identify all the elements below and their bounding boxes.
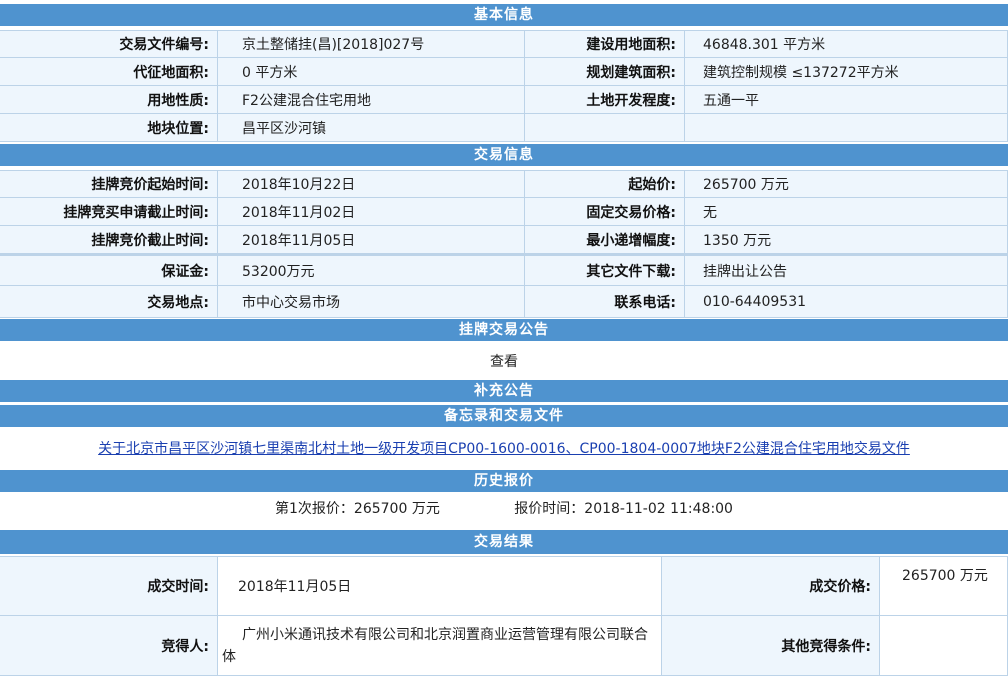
levy-area-value: 0 平方米: [218, 58, 525, 86]
history-time: 报价时间：2018-11-02 11:48:00: [514, 501, 733, 517]
location-value: 昌平区沙河镇: [218, 114, 525, 142]
deal-price-value: 265700 万元: [880, 557, 1008, 616]
history-row: 第1次报价：265700 万元 报价时间：2018-11-02 11:48:00: [0, 498, 1008, 522]
result-row-2: 竞得人: 广州小米通讯技术有限公司和北京润置商业运营管理有限公司联合体 其他竞得…: [0, 616, 1008, 676]
land-transaction-page: 基本信息 交易文件编号: 京土整储挂(昌)[2018]027号 建设用地面积: …: [0, 0, 1008, 678]
memo-file-link[interactable]: 关于北京市昌平区沙河镇七里渠南北村土地一级开发项目CP00-1600-0016、…: [98, 441, 910, 457]
apply-end-value: 2018年11月02日: [218, 198, 525, 226]
deal-time-value: 2018年11月05日: [218, 557, 662, 616]
min-inc-value: 1350 万元: [685, 226, 1008, 254]
build-area-value: 建筑控制规模 ≤137272平方米: [685, 58, 1008, 86]
start-time-value: 2018年10月22日: [218, 171, 525, 198]
land-area-value: 46848.301 平方米: [685, 31, 1008, 58]
bid-end-value: 2018年11月05日: [218, 226, 525, 254]
section-header-listing-notice: 挂牌交易公告: [0, 319, 1008, 341]
other-files-link[interactable]: 挂牌出让公告: [685, 256, 1008, 286]
trade-row-2: 挂牌竞买申请截止时间: 2018年11月02日 固定交易价格: 无: [0, 198, 1008, 226]
section-header-result: 交易结果: [0, 530, 1008, 554]
winner-label: 竞得人:: [0, 616, 218, 676]
start-time-label: 挂牌竞价起始时间:: [0, 171, 218, 198]
trade-row-5: 交易地点: 市中心交易市场 联系电话: 010-64409531: [0, 286, 1008, 318]
apply-end-label: 挂牌竞买申请截止时间:: [0, 198, 218, 226]
deposit-value: 53200万元: [218, 256, 525, 286]
trade-row-3: 挂牌竞价截止时间: 2018年11月05日 最小递增幅度: 1350 万元: [0, 226, 1008, 254]
usage-value: F2公建混合住宅用地: [218, 86, 525, 114]
phone-value: 010-64409531: [685, 286, 1008, 318]
section-header-trade: 交易信息: [0, 144, 1008, 166]
section-header-supplement: 补充公告: [0, 380, 1008, 402]
basic-row-4: 地块位置: 昌平区沙河镇: [0, 114, 1008, 142]
min-inc-label: 最小递增幅度:: [525, 226, 685, 254]
fixed-price-label: 固定交易价格:: [525, 198, 685, 226]
other-files-label: 其它文件下载:: [525, 256, 685, 286]
file-no-value: 京土整储挂(昌)[2018]027号: [218, 31, 525, 58]
place-value: 市中心交易市场: [218, 286, 525, 318]
basic-row-3: 用地性质: F2公建混合住宅用地 土地开发程度: 五通一平: [0, 86, 1008, 114]
dev-label: 土地开发程度:: [525, 86, 685, 114]
dev-value: 五通一平: [685, 86, 1008, 114]
trade-row-1: 挂牌竞价起始时间: 2018年10月22日 起始价: 265700 万元: [0, 170, 1008, 198]
file-no-label: 交易文件编号:: [0, 31, 218, 58]
location-label: 地块位置:: [0, 114, 218, 142]
bid-end-label: 挂牌竞价截止时间:: [0, 226, 218, 254]
result-row-1: 成交时间: 2018年11月05日 成交价格: 265700 万元: [0, 556, 1008, 616]
phone-label: 联系电话:: [525, 286, 685, 318]
land-area-label: 建设用地面积:: [525, 31, 685, 58]
section-header-basic: 基本信息: [0, 4, 1008, 26]
trade-row-4: 保证金: 53200万元 其它文件下载: 挂牌出让公告: [0, 254, 1008, 286]
section-header-history: 历史报价: [0, 470, 1008, 492]
levy-area-label: 代征地面积:: [0, 58, 218, 86]
build-area-label: 规划建筑面积:: [525, 58, 685, 86]
fixed-price-value: 无: [685, 198, 1008, 226]
basic-row-2: 代征地面积: 0 平方米 规划建筑面积: 建筑控制规模 ≤137272平方米: [0, 58, 1008, 86]
memo-row: 关于北京市昌平区沙河镇七里渠南北村土地一级开发项目CP00-1600-0016、…: [0, 438, 1008, 462]
deal-time-label: 成交时间:: [0, 557, 218, 616]
place-label: 交易地点:: [0, 286, 218, 318]
empty-cell: [685, 114, 1008, 142]
empty-cell: [525, 114, 685, 142]
other-cond-value: [880, 616, 1008, 676]
deal-price-label: 成交价格:: [662, 557, 880, 616]
start-price-value: 265700 万元: [685, 171, 1008, 198]
history-offer: 第1次报价：265700 万元: [275, 501, 440, 517]
basic-row-1: 交易文件编号: 京土整储挂(昌)[2018]027号 建设用地面积: 46848…: [0, 30, 1008, 58]
winner-value: 广州小米通讯技术有限公司和北京润置商业运营管理有限公司联合体: [218, 616, 662, 676]
listing-notice-view-link[interactable]: 查看: [0, 344, 1008, 376]
start-price-label: 起始价:: [525, 171, 685, 198]
deposit-label: 保证金:: [0, 256, 218, 286]
section-header-memo: 备忘录和交易文件: [0, 405, 1008, 427]
other-cond-label: 其他竞得条件:: [662, 616, 880, 676]
usage-label: 用地性质:: [0, 86, 218, 114]
